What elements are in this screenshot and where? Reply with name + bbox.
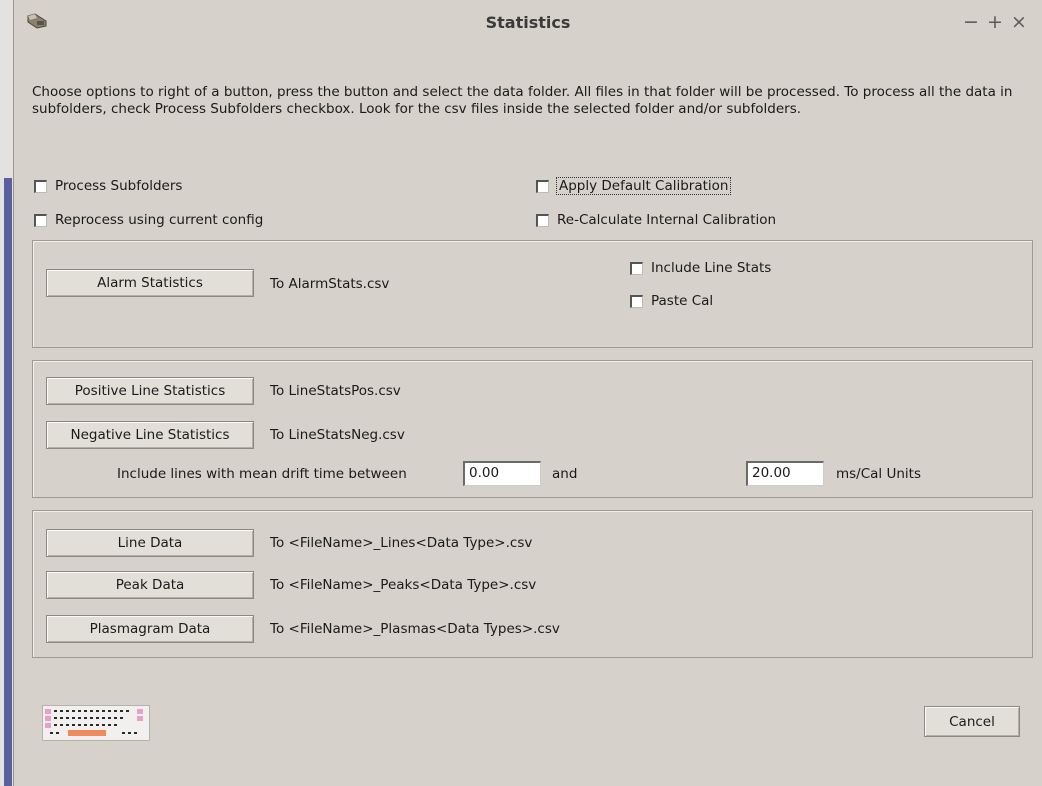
positive-line-statistics-button[interactable]: Positive Line Statistics [46,377,254,405]
reprocess-config-checkbox[interactable]: Reprocess using current config [34,210,263,230]
paste-cal-checkbox[interactable]: Paste Cal [630,291,713,311]
recalculate-calibration-checkbox[interactable]: Re-Calculate Internal Calibration [536,210,776,230]
line-data-target-label: To <FileName>_Lines<Data Type>.csv [270,535,533,551]
checkbox-box[interactable] [630,294,643,308]
checkbox-box[interactable] [630,261,643,275]
cancel-button[interactable]: Cancel [924,706,1020,737]
drift-range-label: Include lines with mean drift time betwe… [117,466,407,482]
peak-data-button[interactable]: Peak Data [46,571,254,599]
window-title: Statistics [485,13,571,32]
apply-default-calibration-checkbox[interactable]: Apply Default Calibration [536,176,732,196]
maximize-button[interactable]: + [984,12,1006,32]
alarm-statistics-button[interactable]: Alarm Statistics [46,269,254,297]
include-line-stats-checkbox[interactable]: Include Line Stats [630,258,771,278]
data-export-panel: Line Data To <FileName>_Lines<Data Type>… [32,510,1033,658]
positive-target-label: To LineStatsPos.csv [270,383,401,399]
max-drift-time-input[interactable]: 20.00 [746,461,824,486]
checkbox-box[interactable] [34,213,47,227]
desktop-edge-strip [4,178,12,786]
checkbox-box[interactable] [536,179,549,193]
instructions-text: Choose options to right of a button, pre… [32,84,1013,117]
and-label: and [552,466,578,482]
line-statistics-panel: Positive Line Statistics To LineStatsPos… [32,360,1033,498]
keyboard-icon[interactable] [42,705,150,741]
statistics-window: Statistics − + × Choose options to right… [14,0,1042,786]
reprocess-config-label: Reprocess using current config [55,212,264,228]
include-line-stats-label: Include Line Stats [651,260,772,276]
negative-line-statistics-button[interactable]: Negative Line Statistics [46,421,254,449]
paste-cal-label: Paste Cal [651,293,714,309]
alarm-statistics-panel: Alarm Statistics To AlarmStats.csv Inclu… [32,240,1033,348]
minimize-button[interactable]: − [960,12,982,32]
peak-data-target-label: To <FileName>_Peaks<Data Type>.csv [270,577,537,593]
checkbox-box[interactable] [34,179,47,193]
apply-default-calibration-label: Apply Default Calibration [555,177,732,195]
min-drift-time-input[interactable]: 0.00 [463,461,541,486]
recalculate-calibration-label: Re-Calculate Internal Calibration [557,212,777,228]
process-subfolders-checkbox[interactable]: Process Subfolders [34,176,182,196]
checkbox-box[interactable] [536,213,549,227]
title-bar: Statistics − + × [14,0,1042,46]
process-subfolders-label: Process Subfolders [55,178,183,194]
units-label: ms/Cal Units [836,466,921,482]
plasmagram-target-label: To <FileName>_Plasmas<Data Types>.csv [270,621,560,637]
plasmagram-data-button[interactable]: Plasmagram Data [46,615,254,643]
negative-target-label: To LineStatsNeg.csv [270,427,405,443]
desktop-edge [0,0,14,786]
close-button[interactable]: × [1008,12,1030,32]
line-data-button[interactable]: Line Data [46,529,254,557]
alarm-target-label: To AlarmStats.csv [270,276,390,292]
